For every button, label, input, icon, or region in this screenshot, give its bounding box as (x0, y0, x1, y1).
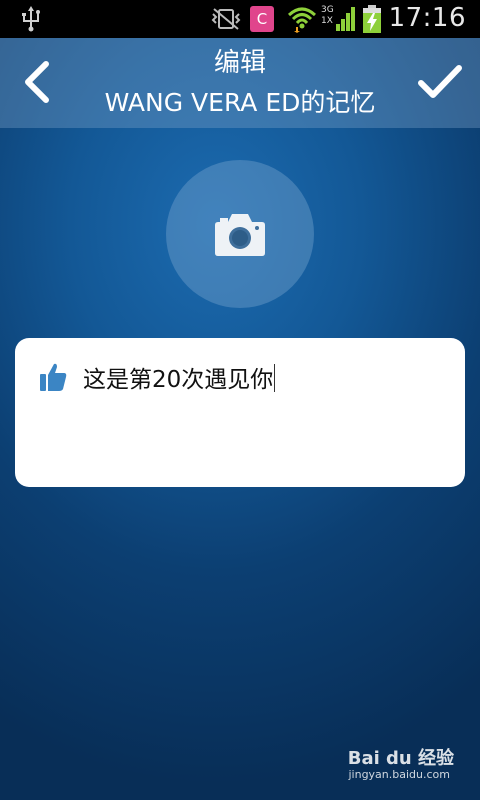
edit-memory-screen: C 3G 1X 17:16 编辑 WANG VERA ED的记忆 这是第20次遇… (0, 0, 480, 800)
back-button[interactable] (18, 60, 58, 104)
app-c-icon: C (250, 6, 274, 32)
note-text-input[interactable]: 这是第20次遇见你 (83, 364, 443, 395)
chevron-left-icon (25, 61, 49, 103)
battery-charging-icon (363, 5, 381, 33)
page-title: 编辑 (213, 48, 266, 78)
status-bar: C 3G 1X 17:16 (0, 0, 480, 38)
usb-icon (22, 6, 40, 32)
thumbs-up-icon (40, 363, 67, 391)
network-label-1x: 1X (321, 16, 333, 26)
add-photo-button[interactable] (166, 160, 314, 308)
watermark-brand: Bai du 经验 (347, 748, 454, 769)
watermark-url: jingyan.baidu.com (348, 768, 450, 781)
note-card[interactable]: 这是第20次遇见你 (15, 338, 465, 487)
header-bar: 编辑 WANG VERA ED的记忆 (0, 38, 480, 128)
vibrate-off-icon (211, 8, 241, 30)
watermark: Bai du 经验 jingyan.baidu.com (334, 744, 454, 786)
network-type: 3G 1X (321, 5, 335, 27)
page-subtitle: WANG VERA ED的记忆 (104, 88, 376, 117)
status-time: 17:16 (388, 3, 466, 33)
signal-icon (336, 7, 355, 31)
network-label-3g: 3G (321, 5, 334, 15)
wifi-icon (287, 7, 317, 33)
text-cursor (274, 364, 276, 392)
checkmark-icon (418, 65, 462, 98)
confirm-button[interactable] (416, 62, 464, 102)
note-text-value: 这是第20次遇见你 (83, 367, 274, 393)
app-c-letter: C (256, 10, 268, 28)
camera-icon (215, 214, 265, 256)
